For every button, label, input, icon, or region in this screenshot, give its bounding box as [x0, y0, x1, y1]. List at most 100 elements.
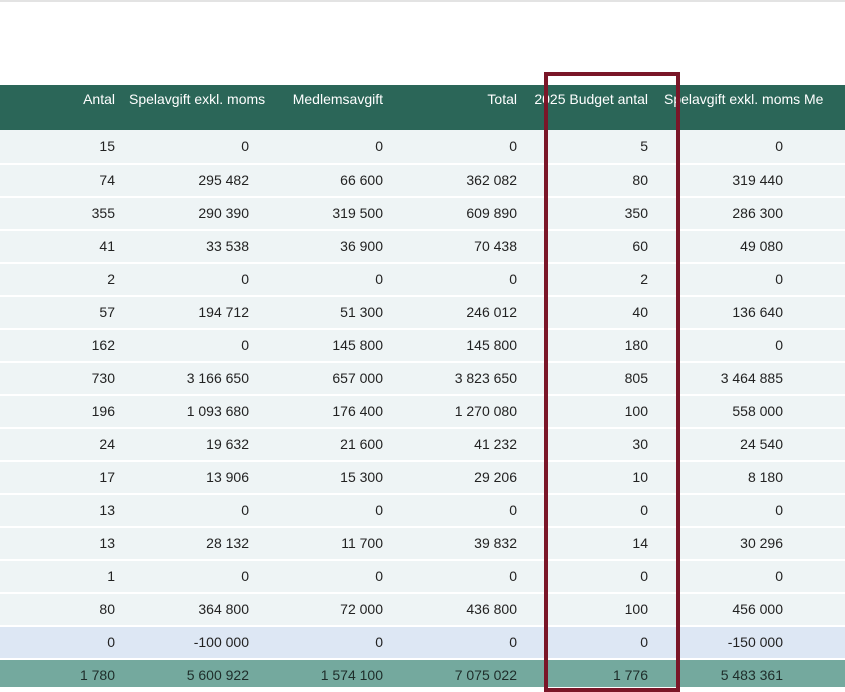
- cell-antal: 74: [99, 172, 115, 188]
- cell-antal: 13: [99, 535, 115, 551]
- table-row: 24 19 632 21 600 41 232 30 24 540: [0, 429, 845, 460]
- cell-budget-antal: 100: [624, 403, 648, 419]
- cell-medlemsavgift: 0: [375, 138, 383, 154]
- cell-budget-spelavgift: -150 000: [727, 634, 783, 650]
- cell-budget-antal: 805: [624, 370, 648, 386]
- total-antal: 1 780: [79, 667, 115, 683]
- cell-total: 246 012: [466, 304, 517, 320]
- cell-budget-spelavgift: 0: [775, 337, 783, 353]
- cell-medlemsavgift: 15 300: [340, 469, 383, 485]
- cell-spelavgift: 33 538: [206, 238, 249, 254]
- cell-me: [798, 363, 845, 394]
- cell-antal: 24: [99, 436, 115, 452]
- cell-antal: 730: [91, 370, 115, 386]
- cell-spelavgift: 1 093 680: [186, 403, 249, 419]
- cell-total: 29 206: [474, 469, 517, 485]
- table-row: 196 1 093 680 176 400 1 270 080 100 558 000: [0, 396, 845, 427]
- cell-me: [798, 627, 845, 658]
- cell-medlemsavgift: 0: [375, 634, 383, 650]
- cell-total: 0: [509, 634, 517, 650]
- total-medlemsavgift: 1 574 100: [320, 667, 383, 683]
- table-row: 57 194 712 51 300 246 012 40 136 640: [0, 297, 845, 328]
- cell-spelavgift: 364 800: [198, 601, 249, 617]
- column-header-medlemsavgift: Medlemsavgift: [292, 91, 383, 107]
- cell-budget-antal: 2: [640, 271, 648, 287]
- cell-me: [798, 396, 845, 427]
- cell-antal: 41: [99, 238, 115, 254]
- cell-budget-antal: 60: [632, 238, 648, 254]
- cell-budget-spelavgift: 49 080: [740, 238, 783, 254]
- cell-budget-antal: 40: [632, 304, 648, 320]
- cell-budget-antal: 5: [640, 138, 648, 154]
- cell-total: 0: [509, 138, 517, 154]
- cell-me: [798, 130, 845, 163]
- table-row: 15 0 0 0 5 0: [0, 130, 845, 163]
- column-header-antal: Antal: [83, 91, 115, 107]
- table-row: 162 0 145 800 145 800 180 0: [0, 330, 845, 361]
- cell-medlemsavgift: 657 000: [332, 370, 383, 386]
- cell-spelavgift: 0: [241, 337, 249, 353]
- cell-medlemsavgift: 0: [375, 271, 383, 287]
- total-spelavgift: 5 600 922: [186, 667, 249, 683]
- cell-antal: 57: [99, 304, 115, 320]
- cell-me: [798, 528, 845, 559]
- table-row: 17 13 906 15 300 29 206 10 8 180: [0, 462, 845, 493]
- cell-me: [798, 561, 845, 592]
- cell-me: [798, 495, 845, 526]
- cell-spelavgift: 0: [241, 568, 249, 584]
- cell-budget-antal: 0: [640, 502, 648, 518]
- cell-medlemsavgift: 21 600: [340, 436, 383, 452]
- table-row: 2 0 0 0 2 0: [0, 264, 845, 295]
- cell-medlemsavgift: 145 800: [332, 337, 383, 353]
- cell-spelavgift: 3 166 650: [186, 370, 249, 386]
- cell-budget-spelavgift: 8 180: [747, 469, 783, 485]
- cell-spelavgift: 0: [241, 271, 249, 287]
- table-row: 80 364 800 72 000 436 800 100 456 000: [0, 594, 845, 625]
- cell-total: 362 082: [466, 172, 517, 188]
- cell-total: 39 832: [474, 535, 517, 551]
- cell-medlemsavgift: 11 700: [341, 535, 383, 551]
- cell-total: 70 438: [474, 238, 517, 254]
- cell-antal: 196: [91, 403, 115, 419]
- cell-total: 1 270 080: [454, 403, 517, 419]
- column-header-spelavgift: Spelavgift exkl. moms: [129, 91, 266, 107]
- cell-budget-antal: 350: [624, 205, 648, 221]
- cell-me: [798, 165, 845, 196]
- cell-antal: 2: [107, 271, 115, 287]
- cell-total: 436 800: [466, 601, 517, 617]
- table-row: 13 0 0 0 0 0: [0, 495, 845, 526]
- cell-budget-spelavgift: 30 296: [740, 535, 783, 551]
- cell-me: [798, 231, 845, 262]
- cell-budget-antal: 0: [640, 634, 648, 650]
- cell-me: [798, 198, 845, 229]
- cell-budget-antal: 0: [640, 568, 648, 584]
- cell-budget-spelavgift: 0: [775, 138, 783, 154]
- cell-budget-spelavgift: 0: [775, 568, 783, 584]
- cell-budget-antal: 30: [632, 436, 648, 452]
- cell-medlemsavgift: 0: [375, 502, 383, 518]
- budget-table: Antal Spelavgift exkl. moms Medlemsavgift T…: [0, 85, 845, 687]
- table-row: 0 -100 000 0 0 0 -150 000: [0, 627, 845, 658]
- cell-budget-spelavgift: 286 300: [732, 205, 783, 221]
- cell-budget-antal: 100: [624, 601, 648, 617]
- cell-antal: 17: [99, 469, 115, 485]
- cell-antal: 0: [107, 634, 115, 650]
- table-row: 13 28 132 11 700 39 832 14 30 296: [0, 528, 845, 559]
- table-row: 41 33 538 36 900 70 438 60 49 080: [0, 231, 845, 262]
- table-total-row: 1 780 5 600 922 1 574 100 7 075 022 1 776 5 4…: [0, 660, 845, 687]
- cell-total: 41 232: [474, 436, 517, 452]
- cell-medlemsavgift: 36 900: [340, 238, 383, 254]
- cell-budget-spelavgift: 24 540: [740, 436, 783, 452]
- cell-antal: 13: [99, 502, 115, 518]
- cell-antal: 80: [99, 601, 115, 617]
- cell-budget-spelavgift: 456 000: [732, 601, 783, 617]
- total-budget-antal: 1 776: [612, 667, 648, 683]
- cell-total: 0: [509, 271, 517, 287]
- cell-antal: 15: [99, 138, 115, 154]
- top-divider: [0, 0, 845, 2]
- column-header-me: Me: [804, 91, 824, 107]
- cell-me: [798, 264, 845, 295]
- cell-me: [798, 429, 845, 460]
- cell-spelavgift: 0: [241, 138, 249, 154]
- cell-spelavgift: 19 632: [206, 436, 249, 452]
